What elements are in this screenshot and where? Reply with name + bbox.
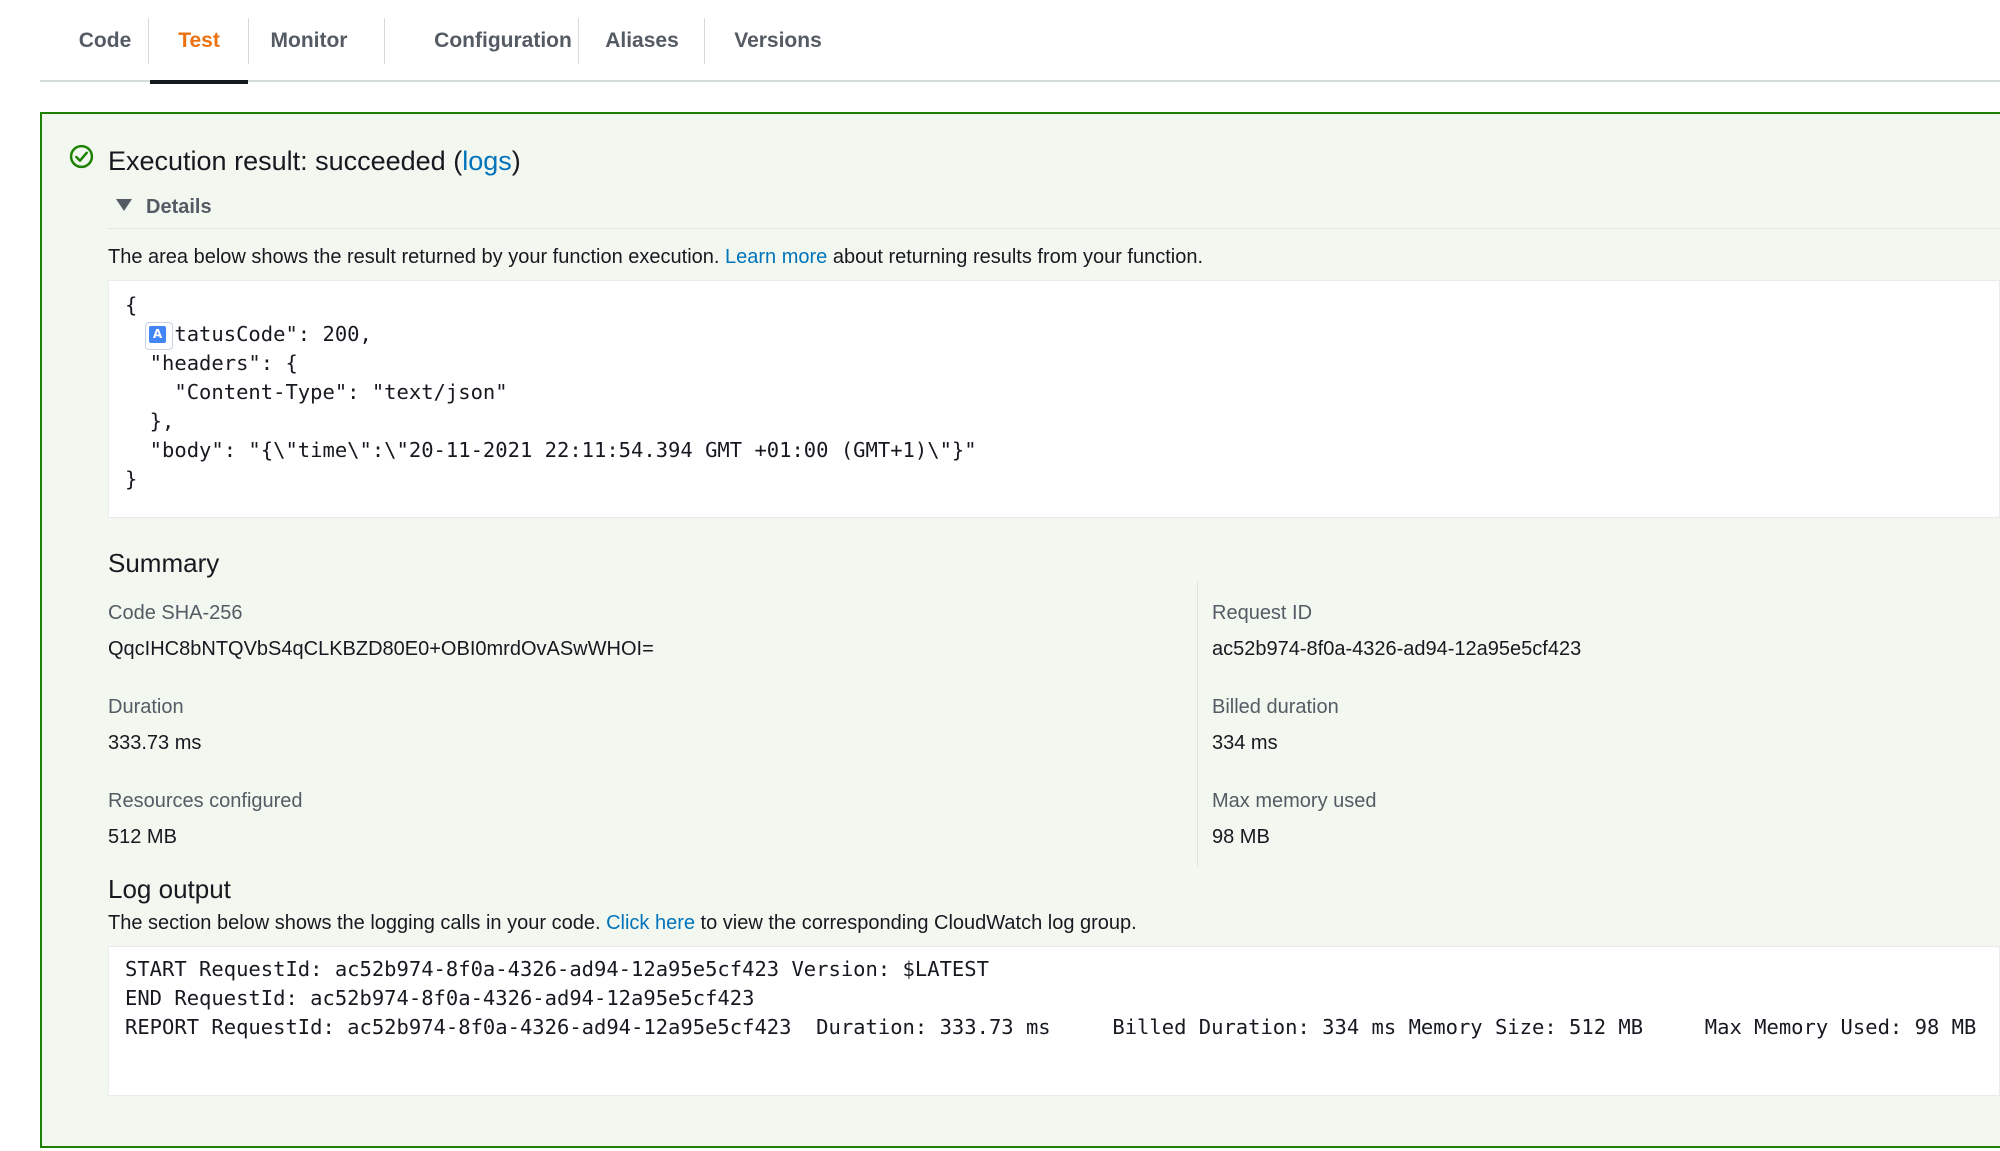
request-id-value: ac52b974-8f0a-4326-ad94-12a95e5cf423 xyxy=(1212,638,1582,660)
tab-divider xyxy=(384,18,385,64)
result-description-text: The area below shows the result returned… xyxy=(108,246,726,268)
tab-divider xyxy=(704,18,705,64)
log-output-title: Log output xyxy=(108,874,231,904)
duration-value: 333.73 ms xyxy=(108,732,202,754)
response-output[interactable]: { "statusCode": 200, "headers": { "Conte… xyxy=(108,280,2000,518)
tab-divider xyxy=(578,18,579,64)
code-sha-label: Code SHA-256 xyxy=(108,602,243,624)
request-id-label: Request ID xyxy=(1212,602,1313,624)
summary-title: Summary xyxy=(108,548,220,578)
result-title-prefix: Execution result: succeeded ( xyxy=(108,146,463,176)
check-circle-icon xyxy=(69,144,94,169)
summary-column-divider xyxy=(1197,582,1198,866)
tab-code[interactable]: Code xyxy=(70,0,140,82)
code-sha-value: QqcIHC8bNTQVbS4qCLKBZD80E0+OBI0mrdOvASwW… xyxy=(108,638,654,660)
tab-monitor[interactable]: Monitor xyxy=(262,0,356,82)
result-description-suffix: about returning results from your functi… xyxy=(827,246,1204,268)
log-description-suffix: to view the corresponding CloudWatch log… xyxy=(694,912,1137,934)
details-label: Details xyxy=(146,196,212,218)
resources-configured-value: 512 MB xyxy=(108,826,177,848)
tab-configuration[interactable]: Configuration xyxy=(415,0,591,82)
resources-configured-label: Resources configured xyxy=(108,790,303,812)
click-here-link[interactable]: Click here xyxy=(606,912,695,934)
logs-link[interactable]: logs xyxy=(462,146,512,176)
tab-divider xyxy=(148,18,149,64)
details-toggle[interactable]: Details xyxy=(116,196,212,219)
log-description-text: The section below shows the logging call… xyxy=(108,912,607,934)
caret-down-icon xyxy=(116,199,132,211)
translate-icon[interactable]: A xyxy=(145,322,173,350)
duration-label: Duration xyxy=(108,696,184,718)
tab-versions[interactable]: Versions xyxy=(730,0,826,82)
log-output-description: The section below shows the logging call… xyxy=(108,912,1137,935)
tab-test[interactable]: Test xyxy=(150,0,248,84)
response-json: { "statusCode": 200, "headers": { "Conte… xyxy=(125,293,977,491)
learn-more-link[interactable]: Learn more xyxy=(725,246,827,268)
log-text: START RequestId: ac52b974-8f0a-4326-ad94… xyxy=(125,957,1977,1039)
tab-divider xyxy=(248,18,249,64)
billed-duration-label: Billed duration xyxy=(1212,696,1339,718)
max-memory-label: Max memory used xyxy=(1212,790,1377,812)
details-divider xyxy=(108,228,2000,229)
result-title-suffix: ) xyxy=(511,146,521,176)
result-description: The area below shows the result returned… xyxy=(108,246,1203,269)
log-output-box[interactable]: START RequestId: ac52b974-8f0a-4326-ad94… xyxy=(108,946,2000,1096)
max-memory-value: 98 MB xyxy=(1212,826,1270,848)
execution-result-title: Execution result: succeeded (logs) xyxy=(108,146,521,177)
tab-aliases[interactable]: Aliases xyxy=(602,0,682,82)
function-tabs: Code Test Monitor Configuration Aliases … xyxy=(40,0,2000,84)
billed-duration-value: 334 ms xyxy=(1212,732,1278,754)
